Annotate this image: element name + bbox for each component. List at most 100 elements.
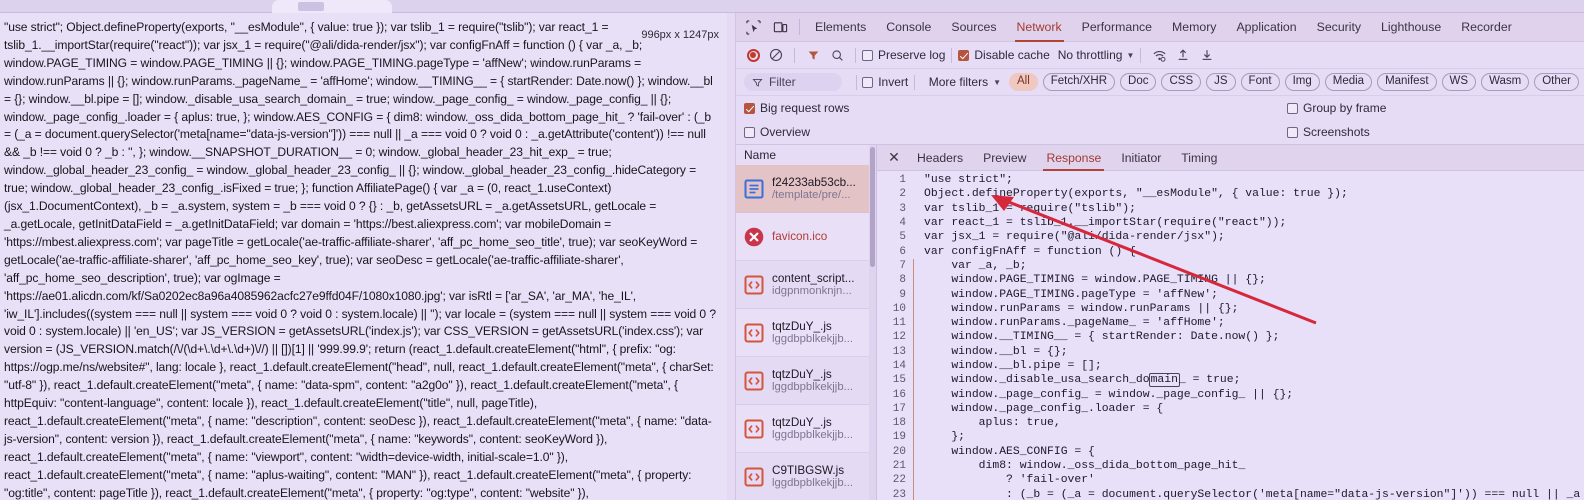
type-filter-font[interactable]: Font <box>1240 73 1280 91</box>
request-path: lggdbpblkekjjb... <box>772 381 854 393</box>
line-number: 2 <box>899 188 906 201</box>
chevron-down-icon: ▼ <box>1126 50 1135 60</box>
request-row[interactable]: f24233ab53cb.../template/pre/... <box>736 165 876 213</box>
scrollbar-thumb[interactable] <box>870 147 875 267</box>
code-line: 18 aplus: true, <box>877 416 1584 431</box>
tab-sources[interactable]: Sources <box>941 13 1006 42</box>
request-row[interactable]: tqtzDuY_.js lggdbpblkekjjb... <box>736 357 876 405</box>
request-path: lggdbpblkekjjb... <box>772 429 854 441</box>
type-filter-other[interactable]: Other <box>1534 73 1579 91</box>
code-text: window.PAGE_TIMING = window.PAGE_TIMING … <box>924 274 1266 287</box>
detail-tab-response[interactable]: Response <box>1036 145 1111 171</box>
request-row[interactable]: C9TIBGSW.js lggdbpblkekjjb... <box>736 453 876 500</box>
type-filter-wasm[interactable]: Wasm <box>1481 73 1530 91</box>
request-row[interactable]: tqtzDuY_.js lggdbpblkekjjb... <box>736 309 876 357</box>
fold-gutter <box>913 230 920 244</box>
type-filter-js[interactable]: JS <box>1206 73 1236 91</box>
code-text: : (_b = (_a = document.querySelector('me… <box>924 488 1584 500</box>
screenshots-checkbox[interactable]: Screenshots <box>1287 125 1370 139</box>
tab-security[interactable]: Security <box>1307 13 1371 42</box>
tab-lighthouse[interactable]: Lighthouse <box>1371 13 1451 42</box>
group-by-frame-checkbox[interactable]: Group by frame <box>1287 101 1386 115</box>
device-toolbar-icon[interactable] <box>767 15 794 39</box>
network-conditions-icon[interactable] <box>1147 44 1171 66</box>
detail-tab-headers[interactable]: Headers <box>907 145 973 171</box>
request-row-text: C9TIBGSW.js lggdbpblkekjjb... <box>772 464 853 489</box>
overview-box[interactable] <box>744 126 755 138</box>
code-line: 10 window.runParams = window.runParams |… <box>877 301 1584 316</box>
disable-cache-checkbox[interactable]: Disable cache <box>958 48 1050 62</box>
throttling-dropdown[interactable]: No throttling ▼ <box>1058 48 1135 62</box>
request-list-items: f24233ab53cb.../template/pre/... favicon.… <box>736 165 876 500</box>
tab-network[interactable]: Network <box>1007 13 1072 42</box>
type-filter-ws[interactable]: WS <box>1441 73 1477 91</box>
tab-console[interactable]: Console <box>876 13 941 42</box>
overview-checkbox[interactable]: Overview <box>744 125 810 139</box>
preserve-log-box[interactable] <box>862 49 873 61</box>
request-row[interactable]: content_script... idgpnmonknjn... <box>736 261 876 309</box>
fold-gutter <box>913 315 920 331</box>
detail-tab-timing[interactable]: Timing <box>1171 145 1227 171</box>
line-number: 5 <box>899 231 906 244</box>
inspect-element-icon[interactable] <box>740 15 767 39</box>
filter-input[interactable]: Filter <box>744 73 842 91</box>
line-number: 1 <box>899 174 906 187</box>
toolbar-divider-3 <box>951 47 953 63</box>
more-filters-dropdown[interactable]: More filters ▼ <box>929 75 1001 89</box>
request-path: lggdbpblkekjjb... <box>772 477 854 489</box>
request-list: Name f24233ab53cb.../template/pre/... fav… <box>736 145 877 500</box>
detail-tab-initiator[interactable]: Initiator <box>1111 145 1171 171</box>
fold-gutter <box>913 287 920 302</box>
filter-divider-1 <box>855 74 857 90</box>
export-har-icon[interactable] <box>1195 44 1219 66</box>
line-number: 23 <box>892 488 906 500</box>
browser-tab[interactable] <box>272 0 392 13</box>
tab-elements[interactable]: Elements <box>805 13 876 42</box>
fold-gutter <box>913 301 920 316</box>
request-row[interactable]: favicon.ico <box>736 213 876 261</box>
code-text: var _a, _b; <box>924 259 1027 272</box>
viewport-size-tooltip: 996px x 1247px <box>639 29 721 41</box>
code-line: 6 var configFnAff = function () { <box>877 244 1584 258</box>
line-number: 22 <box>892 474 906 487</box>
request-list-scrollbar[interactable] <box>869 145 876 500</box>
preserve-log-checkbox[interactable]: Preserve log <box>862 48 945 62</box>
fold-gutter <box>913 416 920 431</box>
group-by-frame-box[interactable] <box>1287 102 1298 114</box>
type-filter-img[interactable]: Img <box>1284 73 1320 91</box>
import-har-icon[interactable] <box>1171 44 1195 66</box>
type-filter-doc[interactable]: Doc <box>1120 73 1157 91</box>
code-line: 15 window._disable_usa_search_domain_ = … <box>877 373 1584 388</box>
error-icon <box>743 226 765 248</box>
page-source-text: "use strict"; Object.defineProperty(expo… <box>4 20 716 500</box>
filter-funnel-icon <box>752 78 763 87</box>
fold-gutter <box>913 430 920 445</box>
big-request-rows-box[interactable] <box>744 102 755 114</box>
type-filter-all[interactable]: All <box>1008 73 1038 91</box>
invert-box[interactable] <box>862 76 874 88</box>
response-code-viewer[interactable]: 1 "use strict"; 2 Object.defineProperty(exp… <box>877 171 1584 500</box>
screenshots-box[interactable] <box>1287 126 1298 138</box>
detail-tab-preview[interactable]: Preview <box>973 145 1036 171</box>
close-icon[interactable]: ✕ <box>881 146 907 170</box>
script-icon <box>743 418 765 440</box>
disable-cache-box[interactable] <box>958 49 970 61</box>
type-filter-manifest[interactable]: Manifest <box>1377 73 1437 91</box>
filter-icon[interactable] <box>801 44 825 66</box>
search-icon[interactable] <box>825 44 849 66</box>
big-request-rows-checkbox[interactable]: Big request rows <box>744 101 849 115</box>
type-filter-fetch-xhr[interactable]: Fetch/XHR <box>1042 73 1116 91</box>
type-filter-css[interactable]: CSS <box>1161 73 1202 91</box>
options-row-2: Overview Screenshots <box>736 120 1584 145</box>
tab-recorder[interactable]: Recorder <box>1451 13 1522 42</box>
tab-memory[interactable]: Memory <box>1162 13 1226 42</box>
line-number: 9 <box>899 288 906 301</box>
clear-icon[interactable] <box>764 44 788 66</box>
tab-application[interactable]: Application <box>1226 13 1306 42</box>
request-row[interactable]: tqtzDuY_.js lggdbpblkekjjb... <box>736 405 876 453</box>
tab-performance[interactable]: Performance <box>1072 13 1162 42</box>
invert-checkbox[interactable]: Invert <box>862 75 908 89</box>
record-button[interactable] <box>742 44 764 66</box>
line-number: 16 <box>892 388 906 401</box>
type-filter-media[interactable]: Media <box>1324 73 1373 91</box>
